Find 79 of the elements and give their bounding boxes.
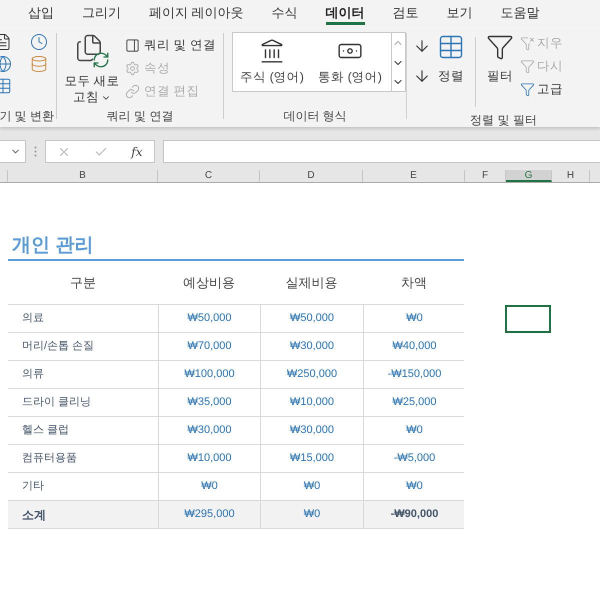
table-icon: [437, 33, 465, 61]
category-label: 의료: [22, 311, 44, 326]
amount-cell-text: ₩10,000: [290, 395, 334, 410]
amount-cell-text: ₩50,000: [290, 311, 334, 326]
sheet-title: 개인 관리: [12, 235, 94, 257]
bank-icon: [259, 38, 285, 64]
amount-cell-text: ₩35,000: [187, 395, 232, 410]
amount-cell-text: ₩30,000: [187, 423, 232, 438]
column-header[interactable]: D: [260, 170, 363, 182]
filter-command[interactable]: 고급: [520, 79, 563, 99]
gear-icon: [125, 60, 140, 76]
funnel-icon: [486, 33, 514, 61]
amount-cell-text: ₩0: [406, 311, 423, 326]
amount-cell-text: ₩0: [406, 479, 423, 494]
category-label: 머리/손톱 손질: [22, 339, 94, 354]
grip-icon: [34, 146, 37, 157]
panel-icon: [125, 38, 140, 52]
documents-icon: [74, 33, 104, 63]
amount-cell-text: ₩25,000: [392, 395, 437, 410]
column-header[interactable]: B: [8, 170, 158, 182]
column-heading: 실제비용: [286, 274, 338, 290]
amount-cell-text: ₩15,000: [290, 451, 334, 466]
column-heading: 차액: [401, 274, 427, 290]
amount-cell-text: -₩150,000: [388, 367, 442, 382]
column-heading: 구분: [70, 274, 96, 290]
amount-cell-text: ₩0: [304, 479, 320, 494]
group-label: 쿼리 및 연결: [106, 108, 174, 125]
amount-cell-text: ₩30,000: [290, 423, 334, 438]
column-header[interactable]: H: [552, 170, 590, 182]
group-label: 기 및 변환: [0, 108, 54, 125]
column-header[interactable]: E: [363, 170, 465, 182]
amount-cell-text: ₩70,000: [187, 339, 232, 354]
funnel-icon: [520, 58, 535, 74]
database-icon[interactable]: [30, 55, 48, 73]
refresh-all-button[interactable]: 모두 새로 고침: [63, 33, 121, 105]
ribbon-tab[interactable]: 삽입: [14, 0, 68, 25]
link-icon: [125, 84, 140, 98]
data-type-button[interactable]: 통화 (영어): [311, 38, 389, 86]
amount-cell-text: ₩10,000: [187, 451, 232, 466]
refresh-icon: [92, 51, 110, 69]
category-label: 컴퓨터용품: [22, 451, 77, 466]
funnel-x-icon: [520, 36, 535, 50]
ribbon-tab[interactable]: 수식: [258, 0, 312, 25]
amount-cell-text: ₩100,000: [184, 367, 235, 382]
category-label: 기타: [22, 479, 44, 494]
funnel-icon: [520, 82, 535, 96]
filter-button[interactable]: 필터: [486, 33, 514, 111]
insert-function-button[interactable]: fx: [131, 142, 143, 160]
amount-cell-text: -₩5,000: [394, 451, 436, 466]
total-amount: ₩0: [304, 507, 320, 522]
clock-icon[interactable]: [30, 33, 48, 51]
ribbon-tab[interactable]: 데이터: [312, 0, 379, 25]
amount-cell-text: ₩50,000: [187, 311, 232, 326]
ribbon-tab[interactable]: 검토: [378, 0, 433, 25]
amount-cell-text: ₩40,000: [392, 339, 437, 354]
column-heading: 예상비용: [183, 274, 235, 290]
column-header[interactable]: C: [158, 170, 260, 182]
total-amount: -₩90,000: [390, 507, 438, 522]
total-label: 소계: [22, 506, 46, 524]
category-label: 의류: [22, 367, 44, 382]
formula-field[interactable]: [163, 140, 600, 163]
ribbon-tab[interactable]: 그리기: [68, 0, 135, 25]
sort-button[interactable]: 정렬: [437, 33, 465, 111]
amount-cell-text: ₩30,000: [290, 339, 334, 354]
ribbon-tab[interactable]: 도움말: [486, 0, 554, 25]
total-amount: ₩295,000: [184, 507, 235, 522]
category-label: 헬스 클럽: [22, 423, 70, 438]
amount-cell-text: ₩0: [406, 423, 423, 438]
amount-cell-text: ₩250,000: [286, 367, 338, 382]
ribbon-command[interactable]: 쿼리 및 연결: [125, 35, 216, 55]
category-label: 드라이 클리닝: [22, 395, 92, 410]
ribbon-tab[interactable]: 페이지 레이아웃: [135, 0, 258, 25]
data-type-button[interactable]: 주식 (영어): [233, 38, 311, 86]
active-cell[interactable]: [505, 305, 551, 333]
group-label: 데이터 형식: [283, 108, 347, 125]
column-header[interactable]: G: [506, 170, 552, 182]
ribbon-tab[interactable]: 보기: [432, 0, 487, 25]
group-label: 정렬 및 필터: [470, 112, 537, 129]
amount-cell-text: ₩0: [201, 479, 218, 494]
